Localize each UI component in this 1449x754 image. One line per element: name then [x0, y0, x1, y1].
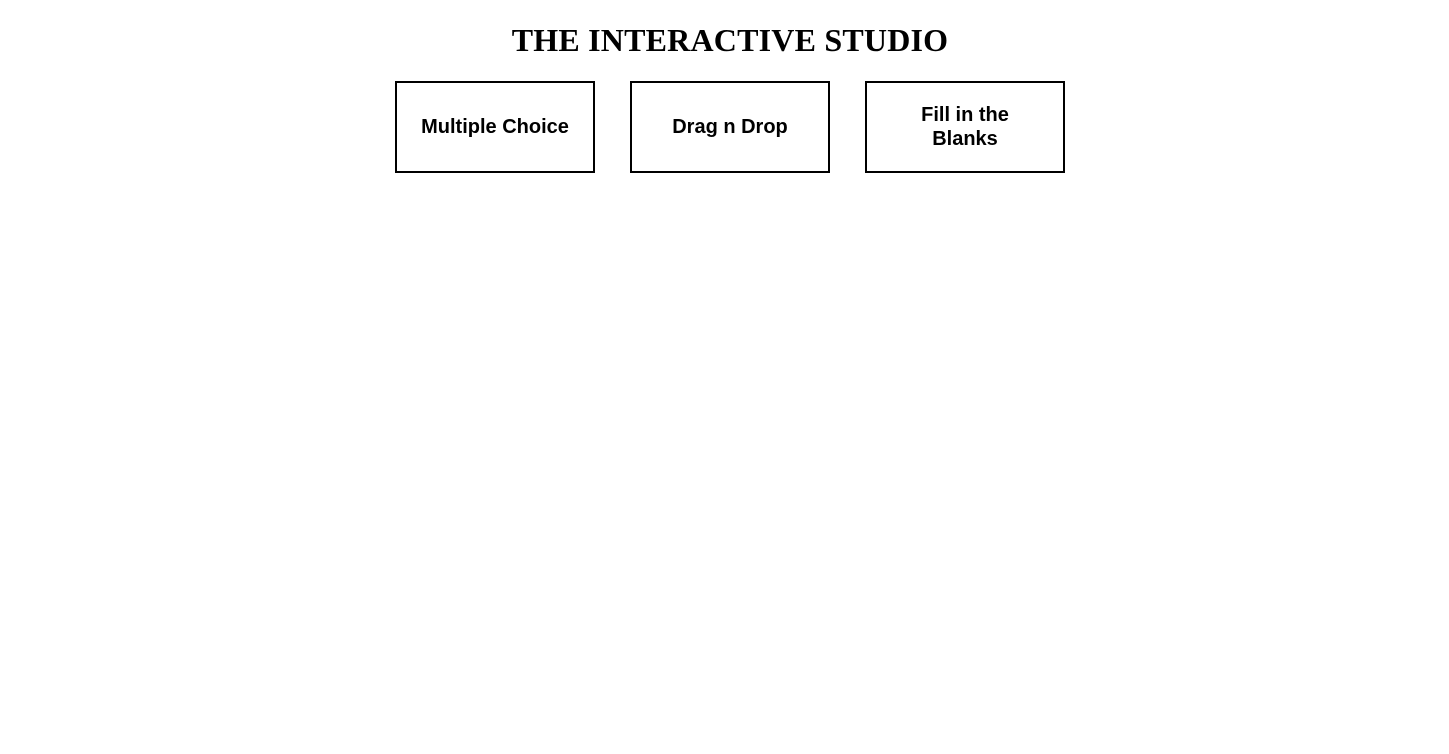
drag-n-drop-button[interactable]: Drag n Drop [630, 81, 830, 173]
multiple-choice-button[interactable]: Multiple Choice [395, 81, 595, 173]
page-title: THE INTERACTIVE STUDIO [511, 22, 949, 58]
activity-options: Multiple Choice Drag n Drop Fill in the … [395, 81, 1065, 173]
fill-in-the-blanks-label: Fill in the Blanks [921, 104, 1009, 150]
multiple-choice-label: Multiple Choice [421, 116, 569, 138]
fill-in-the-blanks-button[interactable]: Fill in the Blanks [865, 81, 1065, 173]
page: THE INTERACTIVE STUDIO Multiple Choice D… [0, 0, 1449, 754]
drag-n-drop-label: Drag n Drop [672, 116, 788, 138]
